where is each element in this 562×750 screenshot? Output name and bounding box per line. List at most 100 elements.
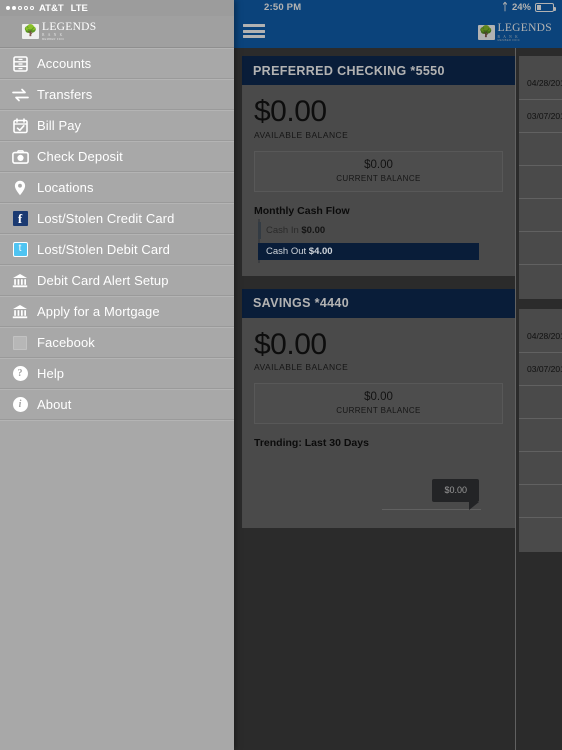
trending-chart[interactable]: $0.00	[254, 454, 503, 516]
sidebar-item-label: Lost/Stolen Debit Card	[37, 242, 170, 257]
table-row[interactable]	[519, 452, 562, 485]
table-row[interactable]	[519, 166, 562, 199]
drawer-header: 🌳 LEGENDS B A N K MEMBER FDIC	[0, 16, 234, 48]
status-time: 2:50 PM	[264, 2, 302, 13]
sidebar-item-label: About	[37, 397, 72, 412]
cash-flow-bar-cash-out[interactable]: Cash Out $4.00	[258, 242, 503, 260]
sidebar-item-label: Apply for a Mortgage	[37, 304, 160, 319]
sidebar-item-label: Bill Pay	[37, 118, 82, 133]
current-balance-box[interactable]: $0.00 CURRENT BALANCE	[254, 383, 503, 424]
sidebar-item-accounts[interactable]: Accounts	[0, 48, 234, 79]
sidebar-item-lost-stolen-credit-card[interactable]: f Lost/Stolen Credit Card	[0, 203, 234, 234]
table-row[interactable]	[519, 485, 562, 518]
status-indicators: ᛏ 24%	[501, 1, 556, 13]
transactions-panel-checking[interactable]: 04/28/201 03/07/201	[519, 56, 562, 299]
brand-logo-text: LEGENDS B A N K MEMBER FDIC	[42, 20, 97, 41]
table-row[interactable]: 03/07/201	[519, 100, 562, 133]
account-card-header: SAVINGS *4440	[242, 288, 515, 318]
current-balance-amount: $0.00	[364, 391, 393, 403]
table-row[interactable]: 04/28/201	[519, 320, 562, 353]
brand-logo-text: LEGENDS B A N K MEMBER FDIC	[497, 22, 553, 42]
table-row[interactable]	[519, 133, 562, 166]
accounts-icon	[8, 54, 32, 74]
chart-tooltip: $0.00	[432, 479, 479, 510]
cash-out-value: $4.00	[308, 245, 333, 257]
sidebar-item-lost-stolen-debit-card[interactable]: t Lost/Stolen Debit Card	[0, 234, 234, 265]
calendar-check-icon	[8, 116, 32, 136]
cash-in-text: Cash In $0.00	[258, 225, 325, 236]
transaction-date: 03/07/201	[527, 364, 562, 374]
account-card-savings[interactable]: SAVINGS *4440 $0.00 AVAILABLE BALANCE $0…	[242, 288, 515, 528]
table-row[interactable]: 03/07/201	[519, 353, 562, 386]
table-row[interactable]	[519, 199, 562, 232]
cash-flow-bar-cash-in[interactable]: Cash In $0.00	[258, 221, 503, 239]
account-card-body: $0.00 AVAILABLE BALANCE $0.00 CURRENT BA…	[242, 85, 515, 276]
transfers-arrows-icon	[8, 85, 32, 105]
bluetooth-icon: ᛏ	[501, 1, 508, 13]
app-root: 04/28/201 03/07/201 04/28/201 03/07/201	[0, 0, 562, 750]
table-row[interactable]: 04/28/201	[519, 67, 562, 100]
available-balance-amount: $0.00	[254, 327, 327, 361]
carrier-name: AT&T	[39, 2, 64, 14]
cash-out-text: Cash Out $4.00	[258, 246, 333, 257]
account-title: SAVINGS *4440	[253, 296, 350, 310]
drawer-status-bar: AT&T LTE	[0, 0, 234, 16]
account-title: PREFERRED CHECKING *5550	[253, 63, 445, 78]
transaction-date: 04/28/201	[527, 78, 562, 88]
sidebar-item-debit-card-alert-setup[interactable]: Debit Card Alert Setup	[0, 265, 234, 296]
sidebar-item-check-deposit[interactable]: Check Deposit	[0, 141, 234, 172]
account-card-checking[interactable]: PREFERRED CHECKING *5550 $0.00 AVAILABLE…	[242, 56, 515, 276]
brand-logo-drawer: 🌳 LEGENDS B A N K MEMBER FDIC	[22, 20, 97, 41]
signal-strength-icon	[6, 6, 34, 10]
transactions-panel-spacer	[519, 56, 562, 67]
sidebar-item-transfers[interactable]: Transfers	[0, 79, 234, 110]
sidebar-item-about[interactable]: i About	[0, 389, 234, 420]
accounts-list: PREFERRED CHECKING *5550 $0.00 AVAILABLE…	[242, 56, 515, 541]
blank-square-icon	[8, 333, 32, 353]
table-row[interactable]	[519, 419, 562, 452]
sidebar-item-label: Help	[37, 366, 65, 381]
current-balance-box[interactable]: $0.00 CURRENT BALANCE	[254, 150, 503, 192]
sidebar-item-label: Check Deposit	[37, 149, 123, 164]
sidebar-item-label: Lost/Stolen Credit Card	[37, 211, 175, 226]
cash-in-value: $0.00	[301, 224, 326, 236]
tree-emblem-icon: 🌳	[22, 24, 39, 39]
available-balance-label: AVAILABLE BALANCE	[254, 362, 349, 372]
account-card-body: $0.00 AVAILABLE BALANCE $0.00 CURRENT BA…	[242, 317, 515, 528]
transactions-panel-savings[interactable]: 04/28/201 03/07/201	[519, 309, 562, 552]
bank-building-icon	[8, 271, 32, 291]
sidebar-item-facebook[interactable]: Facebook	[0, 327, 234, 358]
sidebar-item-bill-pay[interactable]: Bill Pay	[0, 110, 234, 141]
cash-flow-chart: Cash In $0.00 Cash Out $4.00	[254, 218, 503, 263]
drawer-bottom-divider	[0, 420, 234, 423]
question-circle-icon: ?	[8, 364, 32, 384]
transactions-panel-divider	[515, 0, 516, 750]
transactions-panel-spacer	[519, 309, 562, 320]
sidebar-item-label: Transfers	[37, 87, 93, 102]
battery-percent: 24%	[511, 2, 531, 13]
hamburger-menu-icon[interactable]	[243, 22, 265, 40]
table-row[interactable]	[519, 232, 562, 265]
cash-out-label: Cash Out	[266, 245, 307, 257]
sidebar-item-label: Debit Card Alert Setup	[37, 273, 169, 288]
current-balance-amount: $0.00	[364, 158, 393, 171]
info-circle-icon: i	[8, 395, 32, 415]
brand-name: LEGENDS	[42, 20, 97, 33]
sidebar-item-help[interactable]: ? Help	[0, 358, 234, 389]
table-row[interactable]	[519, 386, 562, 419]
sidebar-item-locations[interactable]: Locations	[0, 172, 234, 203]
trending-title: Trending: Last 30 Days	[254, 437, 369, 449]
tree-emblem-icon: 🌳	[477, 25, 495, 41]
brand-name: LEGENDS	[497, 22, 552, 34]
sidebar-item-apply-for-a-mortgage[interactable]: Apply for a Mortgage	[0, 296, 234, 327]
current-balance-label: CURRENT BALANCE	[336, 173, 421, 183]
twitter-icon: t	[8, 240, 32, 260]
sidebar-item-label: Locations	[37, 180, 94, 195]
cash-in-label: Cash In	[266, 224, 299, 236]
cash-flow-title: Monthly Cash Flow	[254, 204, 350, 217]
trend-line	[382, 509, 481, 510]
sidebar-item-label: Facebook	[37, 335, 95, 350]
available-balance-label: AVAILABLE BALANCE	[254, 129, 349, 140]
transaction-date: 03/07/201	[527, 111, 562, 121]
network-type: LTE	[70, 2, 88, 14]
